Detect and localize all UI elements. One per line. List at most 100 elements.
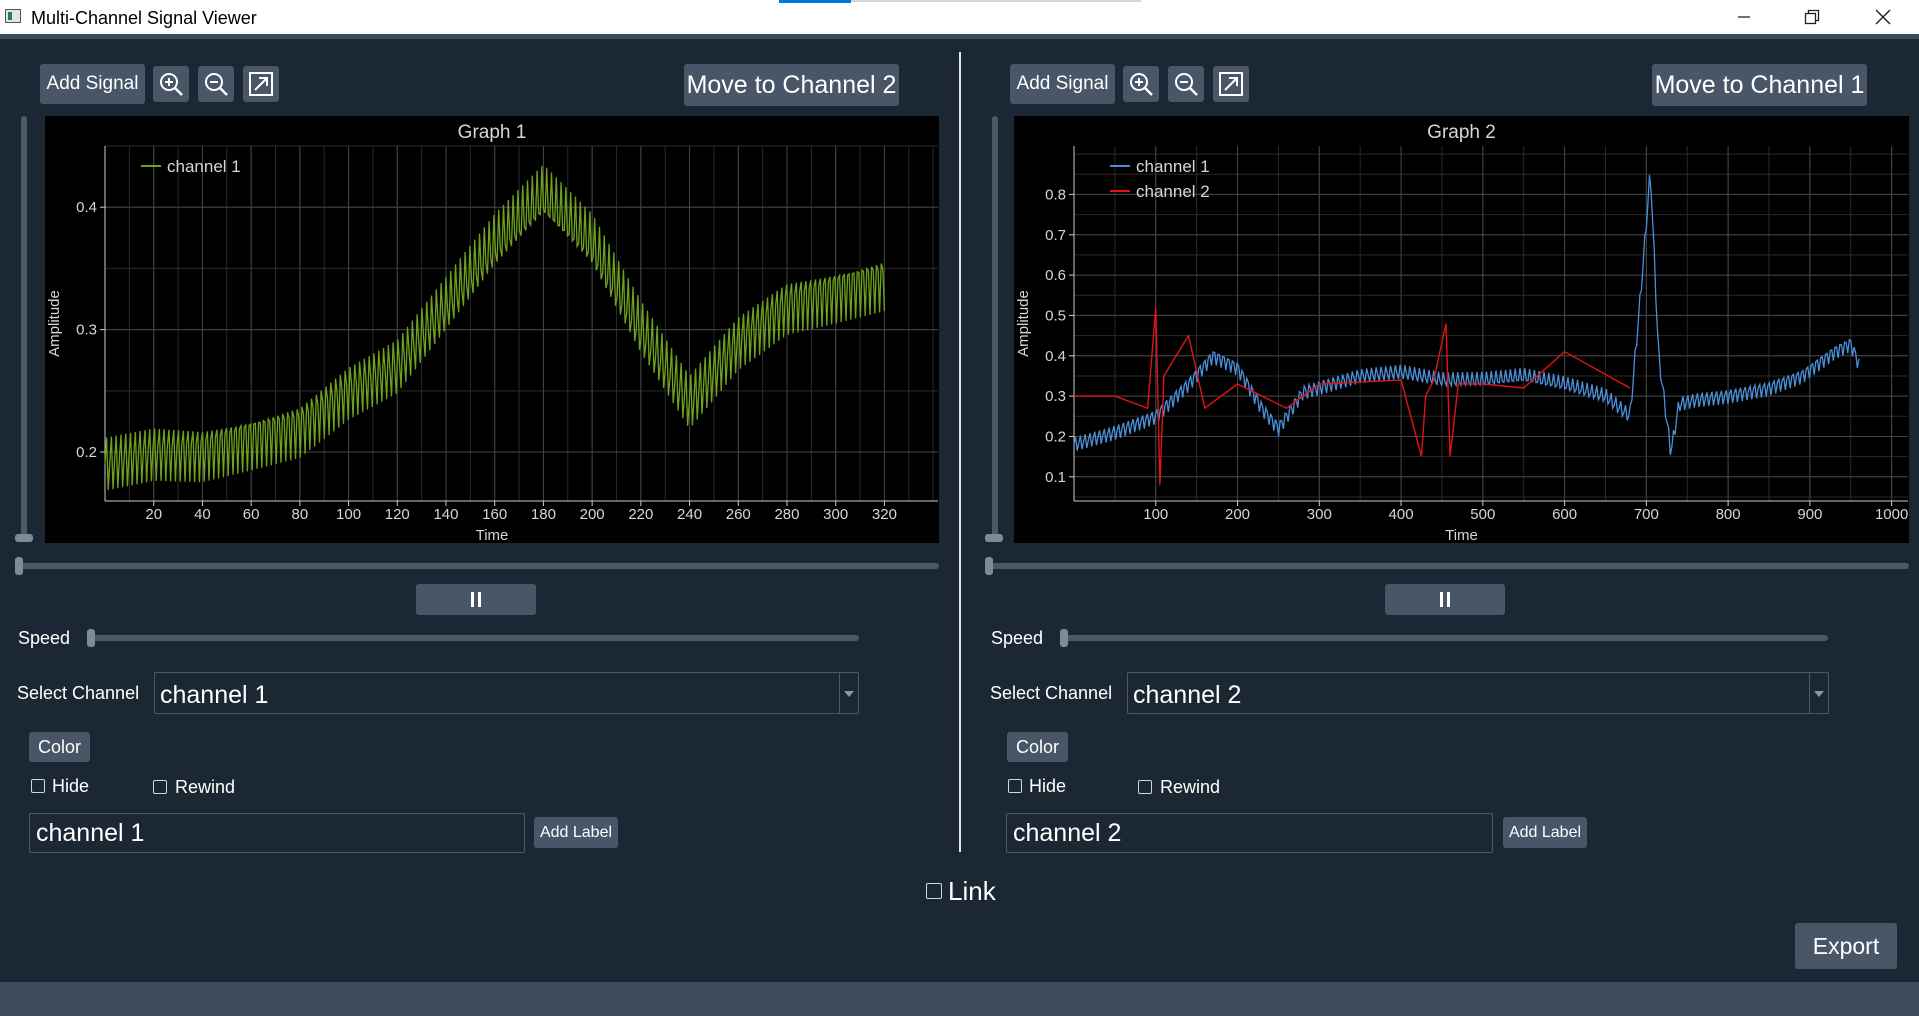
fit-view-icon[interactable] — [1213, 66, 1249, 102]
move-to-channel-button[interactable]: Move to Channel 2 — [684, 64, 899, 106]
speed-slider[interactable] — [89, 635, 859, 641]
x-tick-label: 800 — [1716, 506, 1741, 523]
legend-label: channel 1 — [167, 157, 241, 176]
y-tick-label: 0.2 — [1045, 428, 1066, 445]
hide-label: Hide — [52, 776, 90, 796]
link-label: Link — [948, 876, 996, 906]
x-tick-label: 20 — [145, 506, 162, 523]
time-slider-handle[interactable] — [15, 557, 23, 575]
x-tick-label: 320 — [872, 506, 897, 523]
channel-select-value: channel 1 — [160, 681, 269, 709]
time-slider-handle[interactable] — [985, 557, 993, 575]
legend-label: channel 1 — [1136, 157, 1210, 176]
x-axis-label: Time — [476, 527, 509, 543]
x-tick-label: 200 — [580, 506, 605, 523]
x-tick-label: 400 — [1389, 506, 1414, 523]
speed-slider[interactable] — [1062, 635, 1828, 641]
vertical-scroll-slider[interactable] — [992, 116, 998, 540]
pause-button[interactable] — [1385, 584, 1505, 615]
speed-slider-handle[interactable] — [1060, 629, 1068, 647]
speed-slider-handle[interactable] — [87, 629, 95, 647]
x-tick-label: 180 — [531, 506, 556, 523]
label-input[interactable] — [29, 813, 525, 853]
link-checkbox[interactable] — [926, 883, 942, 899]
x-tick-label: 40 — [194, 506, 211, 523]
x-tick-label: 120 — [385, 506, 410, 523]
y-tick-label: 0.5 — [1045, 307, 1066, 324]
hide-checkbox[interactable] — [31, 779, 45, 793]
legend-label: channel 2 — [1136, 182, 1210, 201]
y-tick-label: 0.2 — [76, 444, 97, 461]
channel-panel-1: Add Signal Move to Channel 2 20 40 60 80 100… — [0, 0, 960, 982]
color-button[interactable]: Color — [29, 732, 90, 762]
pause-icon — [1440, 592, 1450, 607]
select-channel-label: Select Channel — [17, 683, 140, 703]
speed-label: Speed — [18, 628, 71, 648]
rewind-label: Rewind — [175, 777, 236, 797]
channel-select-value: channel 2 — [1133, 681, 1242, 709]
x-tick-label: 220 — [628, 506, 653, 523]
move-to-channel-button[interactable]: Move to Channel 1 — [1652, 64, 1867, 106]
fit-view-icon[interactable] — [243, 66, 279, 102]
y-tick-label: 0.3 — [76, 322, 97, 339]
x-tick-label: 300 — [1307, 506, 1332, 523]
time-scroll-slider[interactable] — [985, 563, 1909, 569]
hide-checkbox[interactable] — [1008, 779, 1022, 793]
x-tick-label: 60 — [243, 506, 260, 523]
y-tick-label: 0.6 — [1045, 267, 1066, 284]
speed-label: Speed — [991, 628, 1044, 648]
y-axis-label: Amplitude — [46, 290, 63, 357]
chevron-down-icon[interactable] — [1809, 673, 1828, 713]
y-tick-label: 0.4 — [76, 199, 97, 216]
pause-icon — [471, 592, 481, 607]
vertical-scroll-slider[interactable] — [21, 116, 27, 540]
add-signal-button[interactable]: Add Signal — [1010, 64, 1115, 104]
zoom-in-icon[interactable] — [1123, 66, 1159, 102]
x-tick-label: 900 — [1797, 506, 1822, 523]
x-tick-label: 100 — [1143, 506, 1168, 523]
x-tick-label: 160 — [482, 506, 507, 523]
rewind-checkbox[interactable] — [153, 780, 167, 794]
label-input-field[interactable] — [1007, 814, 1492, 852]
x-tick-label: 700 — [1634, 506, 1659, 523]
pause-button[interactable] — [416, 584, 536, 615]
graph-2[interactable]: 100 200 300 400 500 600 700 800 900 1000 0.1 0.2 0.3… — [1014, 116, 1909, 543]
y-tick-label: 0.7 — [1045, 227, 1066, 244]
x-tick-label: 500 — [1470, 506, 1495, 523]
series-line-1 — [1073, 174, 1860, 456]
zoom-out-icon[interactable] — [198, 66, 234, 102]
graph-1[interactable]: 20 40 60 80 100 120 140 160 180 200 220 240 260 280 30… — [45, 116, 939, 543]
chevron-down-icon[interactable] — [839, 673, 858, 713]
label-input-field[interactable] — [30, 814, 524, 852]
y-tick-label: 0.3 — [1045, 388, 1066, 405]
time-scroll-slider[interactable] — [15, 563, 939, 569]
x-tick-label: 100 — [336, 506, 361, 523]
export-button[interactable]: Export — [1795, 923, 1897, 969]
x-tick-label: 200 — [1225, 506, 1250, 523]
zoom-in-icon[interactable] — [153, 66, 189, 102]
status-bar — [0, 982, 1919, 1016]
x-tick-label: 140 — [433, 506, 458, 523]
chart-title: Graph 2 — [1427, 122, 1496, 143]
zoom-out-icon[interactable] — [1168, 66, 1204, 102]
color-button[interactable]: Color — [1007, 732, 1068, 762]
vertical-slider-handle[interactable] — [15, 534, 33, 542]
vertical-slider-handle[interactable] — [985, 534, 1003, 542]
label-input[interactable] — [1006, 813, 1493, 853]
add-signal-button[interactable]: Add Signal — [40, 64, 145, 104]
chart-svg: 20 40 60 80 100 120 140 160 180 200 220 240 260 280 30… — [46, 122, 938, 543]
y-tick-label: 0.4 — [1045, 348, 1066, 365]
y-axis-label: Amplitude — [1015, 290, 1032, 357]
channel-select[interactable]: channel 2 — [1127, 672, 1829, 714]
channel-panel-2: Add Signal Move to Channel 1 100 200 300 40… — [968, 0, 1919, 982]
rewind-label: Rewind — [1160, 777, 1221, 797]
channel-select[interactable]: channel 1 — [154, 672, 859, 714]
panel-divider — [959, 52, 961, 852]
add-label-button[interactable]: Add Label — [534, 817, 618, 848]
rewind-checkbox[interactable] — [1138, 780, 1152, 794]
x-tick-label: 280 — [774, 506, 799, 523]
x-tick-label: 600 — [1552, 506, 1577, 523]
add-label-button[interactable]: Add Label — [1503, 817, 1587, 848]
y-tick-label: 0.1 — [1045, 469, 1066, 486]
x-tick-label: 260 — [726, 506, 751, 523]
